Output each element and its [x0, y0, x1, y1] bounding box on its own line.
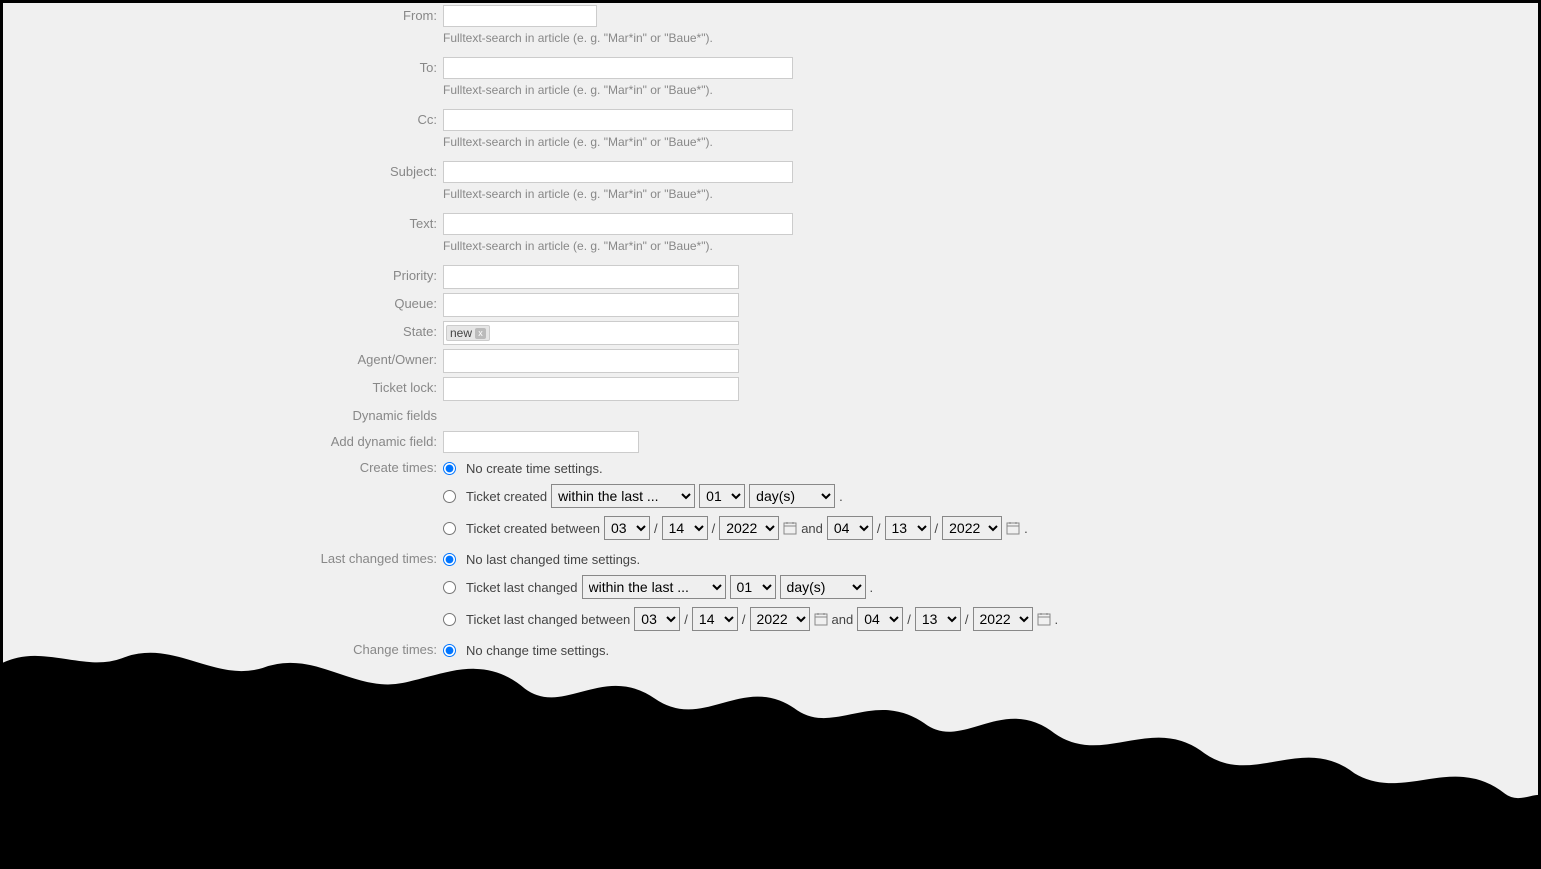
change-none-label: No change time settings. — [466, 643, 609, 658]
row-from: From: Fulltext-search in article (e. g. … — [3, 5, 1538, 53]
row-text: Text: Fulltext-search in article (e. g. … — [3, 213, 1538, 261]
row-cc: Cc: Fulltext-search in article (e. g. "M… — [3, 109, 1538, 157]
label-priority: Priority: — [3, 265, 443, 287]
state-tag-new: new x — [446, 325, 490, 341]
calendar-icon[interactable] — [1006, 521, 1020, 535]
label-state: State: — [3, 321, 443, 343]
row-dynamic-fields: Dynamic fields — [3, 405, 1538, 427]
dot: . — [1055, 612, 1059, 627]
create-end-year-select[interactable]: 2022 — [942, 516, 1002, 540]
lastchanged-within-label: Ticket last changed — [466, 580, 578, 595]
lastchanged-within-range-select[interactable]: within the last ... — [582, 575, 726, 599]
add-dynamic-field-input[interactable] — [443, 431, 639, 453]
create-within-range-select[interactable]: within the last ... — [551, 484, 695, 508]
create-between-label: Ticket created between — [466, 521, 600, 536]
lastchanged-within-count-select[interactable]: 01 — [730, 575, 776, 599]
calendar-icon[interactable] — [814, 612, 828, 626]
label-text: Text: — [3, 213, 443, 235]
subject-input[interactable] — [443, 161, 793, 183]
to-hint: Fulltext-search in article (e. g. "Mar*i… — [443, 83, 1538, 97]
dot: . — [870, 580, 874, 595]
lastchanged-start-day-select[interactable]: 14 — [692, 607, 738, 631]
ticket-lock-select[interactable] — [443, 377, 739, 401]
label-subject: Subject: — [3, 161, 443, 183]
label-last-changed-times: Last changed times: — [3, 548, 443, 570]
lastchanged-none-label: No last changed time settings. — [466, 552, 640, 567]
lastchanged-end-year-select[interactable]: 2022 — [973, 607, 1033, 631]
row-ticket-lock: Ticket lock: — [3, 377, 1538, 401]
create-start-year-select[interactable]: 2022 — [719, 516, 779, 540]
lastchanged-within-unit-select[interactable]: day(s) — [780, 575, 866, 599]
text-hint: Fulltext-search in article (e. g. "Mar*i… — [443, 239, 1538, 253]
label-agent-owner: Agent/Owner: — [3, 349, 443, 371]
queue-select[interactable] — [443, 293, 739, 317]
label-ticket-lock: Ticket lock: — [3, 377, 443, 399]
radio-lastchanged-between[interactable] — [443, 613, 456, 626]
row-state: State: new x — [3, 321, 1538, 345]
and-label: and — [832, 612, 854, 627]
cc-input[interactable] — [443, 109, 793, 131]
row-add-dynamic-field: Add dynamic field: — [3, 431, 1538, 453]
row-subject: Subject: Fulltext-search in article (e. … — [3, 161, 1538, 209]
row-priority: Priority: — [3, 265, 1538, 289]
row-last-changed-times: Last changed times: No last changed time… — [3, 548, 1538, 635]
radio-create-between[interactable] — [443, 522, 456, 535]
label-from: From: — [3, 5, 443, 27]
create-start-month-select[interactable]: 03 — [604, 516, 650, 540]
text-input[interactable] — [443, 213, 793, 235]
label-cc: Cc: — [3, 109, 443, 131]
create-start-day-select[interactable]: 14 — [662, 516, 708, 540]
label-queue: Queue: — [3, 293, 443, 315]
calendar-icon[interactable] — [1037, 612, 1051, 626]
to-input[interactable] — [443, 57, 793, 79]
create-end-day-select[interactable]: 13 — [885, 516, 931, 540]
row-to: To: Fulltext-search in article (e. g. "M… — [3, 57, 1538, 105]
dot: . — [1024, 521, 1028, 536]
label-create-times: Create times: — [3, 457, 443, 479]
label-dynamic-fields: Dynamic fields — [3, 405, 443, 427]
state-tag-label: new — [450, 326, 472, 340]
create-within-unit-select[interactable]: day(s) — [749, 484, 835, 508]
calendar-icon[interactable] — [783, 521, 797, 535]
radio-lastchanged-none[interactable] — [443, 553, 456, 566]
create-none-label: No create time settings. — [466, 461, 603, 476]
label-change-times: Change times: — [3, 639, 443, 661]
and-label: and — [801, 521, 823, 536]
row-agent-owner: Agent/Owner: — [3, 349, 1538, 373]
from-hint: Fulltext-search in article (e. g. "Mar*i… — [443, 31, 1538, 45]
row-change-times: Change times: No change time settings. — [3, 639, 1538, 662]
lastchanged-end-day-select[interactable]: 13 — [915, 607, 961, 631]
create-within-label: Ticket created — [466, 489, 547, 504]
state-select[interactable]: new x — [443, 321, 739, 345]
radio-create-none[interactable] — [443, 462, 456, 475]
create-end-month-select[interactable]: 04 — [827, 516, 873, 540]
from-input[interactable] — [443, 5, 597, 27]
dot: . — [839, 489, 843, 504]
lastchanged-between-label: Ticket last changed between — [466, 612, 630, 627]
priority-select[interactable] — [443, 265, 739, 289]
label-to: To: — [3, 57, 443, 79]
remove-tag-icon[interactable]: x — [475, 328, 486, 339]
lastchanged-start-month-select[interactable]: 03 — [634, 607, 680, 631]
cc-hint: Fulltext-search in article (e. g. "Mar*i… — [443, 135, 1538, 149]
subject-hint: Fulltext-search in article (e. g. "Mar*i… — [443, 187, 1538, 201]
create-within-count-select[interactable]: 01 — [699, 484, 745, 508]
row-queue: Queue: — [3, 293, 1538, 317]
search-form: From: Fulltext-search in article (e. g. … — [3, 3, 1538, 662]
radio-create-within[interactable] — [443, 490, 456, 503]
lastchanged-start-year-select[interactable]: 2022 — [750, 607, 810, 631]
radio-change-none[interactable] — [443, 644, 456, 657]
radio-lastchanged-within[interactable] — [443, 581, 456, 594]
lastchanged-end-month-select[interactable]: 04 — [857, 607, 903, 631]
row-create-times: Create times: No create time settings. T… — [3, 457, 1538, 544]
label-add-dynamic-field: Add dynamic field: — [3, 431, 443, 453]
agent-owner-select[interactable] — [443, 349, 739, 373]
